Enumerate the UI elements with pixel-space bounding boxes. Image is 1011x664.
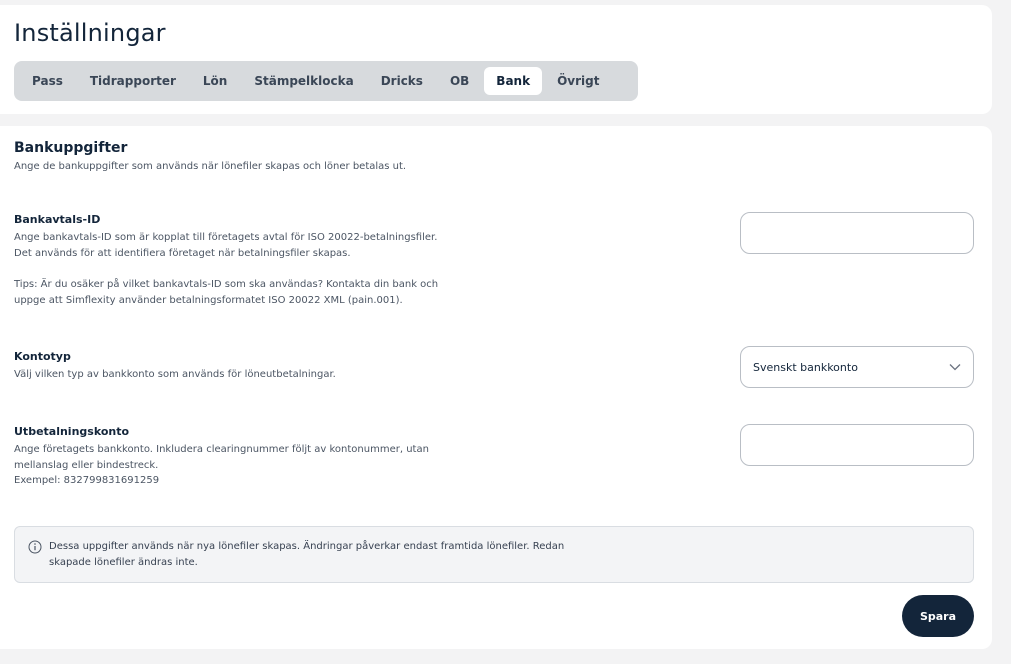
chevron-down-icon <box>949 364 961 371</box>
save-button[interactable]: Spara <box>902 595 974 637</box>
account-type-selected: Svenskt bankkonto <box>753 360 858 374</box>
account-type-select[interactable]: Svenskt bankkonto <box>740 346 974 388</box>
tab-ovrigt[interactable]: Övrigt <box>545 67 611 95</box>
account-type-label: Kontotyp <box>14 350 71 363</box>
payout-account-description: Ange företagets bankkonto. Inkludera cle… <box>14 444 429 471</box>
tab-dricks[interactable]: Dricks <box>369 67 435 95</box>
payout-account-label: Utbetalningskonto <box>14 425 130 438</box>
section-title: Bankuppgifter <box>14 140 128 156</box>
section-subtitle: Ange de bankuppgifter som används när lö… <box>14 161 407 172</box>
payout-account-input[interactable] <box>740 424 974 466</box>
bank-agreement-label: Bankavtals-ID <box>14 213 101 226</box>
bank-settings-card: Bankuppgifter Ange de bankuppgifter som … <box>0 126 992 649</box>
tab-tidrapporter[interactable]: Tidrapporter <box>78 67 188 95</box>
tab-pass[interactable]: Pass <box>20 67 75 95</box>
bank-agreement-description: Ange bankavtals-ID som är kopplat till f… <box>14 232 438 259</box>
tab-ob[interactable]: OB <box>438 67 481 95</box>
info-circle-icon <box>28 540 42 554</box>
info-notice: Dessa uppgifter används när nya lönefile… <box>14 526 974 583</box>
tab-lon[interactable]: Lön <box>191 67 239 95</box>
settings-header-card: Inställningar Pass Tidrapporter Lön Stäm… <box>0 5 992 114</box>
bank-agreement-input[interactable] <box>740 212 974 254</box>
bank-agreement-tip: Tips: Är du osäker på vilket bankavtals-… <box>14 279 439 306</box>
tab-bank[interactable]: Bank <box>484 67 543 95</box>
page-title: Inställningar <box>14 19 166 47</box>
account-type-description: Välj vilken typ av bankkonto som används… <box>14 369 336 380</box>
settings-tabs: Pass Tidrapporter Lön Stämpelklocka Dric… <box>14 61 638 101</box>
payout-account-example: Exempel: 832799831691259 <box>14 475 160 486</box>
tab-stampelklocka[interactable]: Stämpelklocka <box>242 67 365 95</box>
info-notice-text: Dessa uppgifter används när nya lönefile… <box>49 541 565 568</box>
